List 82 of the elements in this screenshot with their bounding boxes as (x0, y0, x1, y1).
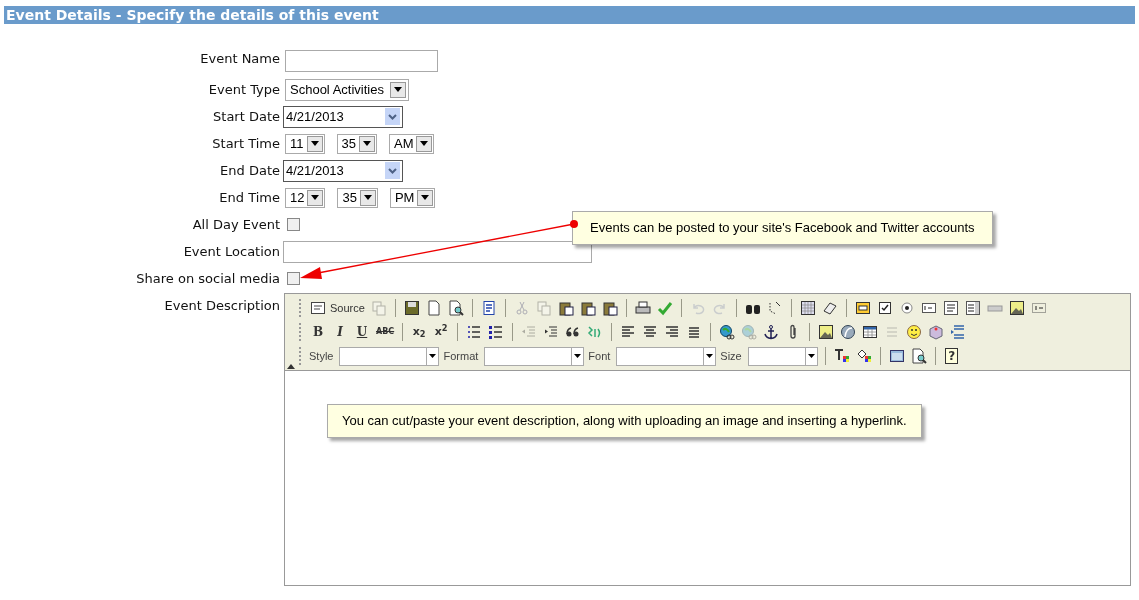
dropdown[interactable]: School Activities (285, 78, 409, 101)
checkbox-icon[interactable] (876, 300, 893, 316)
eraser-icon[interactable] (821, 300, 838, 316)
page-break-icon[interactable] (950, 324, 967, 340)
numbered-list-icon[interactable] (466, 324, 483, 340)
help-button[interactable]: ? (940, 346, 963, 366)
combo-label: Size (720, 348, 742, 364)
magnifier-document-icon[interactable] (910, 348, 927, 364)
combo-label: Font (588, 348, 611, 364)
bulleted-list-icon[interactable] (488, 324, 505, 340)
magnifier-document-icon[interactable] (447, 300, 464, 316)
date-picker[interactable]: 4/21/2013 (283, 159, 403, 182)
text-area-icon[interactable] (942, 300, 959, 316)
caret-icon[interactable] (359, 189, 376, 206)
field-label: Event Location (182, 243, 280, 261)
bold-button[interactable]: B (307, 322, 329, 342)
combo-label: Style (309, 348, 334, 364)
picture-icon[interactable] (818, 324, 835, 340)
window-icon[interactable] (888, 348, 905, 364)
printer-icon[interactable] (634, 300, 651, 316)
dropdown[interactable]: 12 (285, 187, 326, 208)
clipboard-icon[interactable] (557, 300, 574, 316)
source-button[interactable]: Source (307, 298, 368, 318)
field-label: Start Time (211, 135, 280, 153)
grid-icon[interactable] (799, 300, 816, 316)
text-field[interactable] (283, 240, 592, 263)
radio-icon[interactable] (898, 300, 915, 316)
circle-icon[interactable] (840, 324, 857, 340)
dropdown[interactable]: 11 (285, 133, 325, 154)
checkbox[interactable] (287, 272, 300, 285)
dropdown[interactable]: 35 (337, 187, 378, 208)
callout-note: Events can be posted to your site's Facebook and Twitter accounts (572, 211, 993, 245)
dropdown[interactable]: AM (388, 133, 435, 154)
anchor-icon[interactable] (763, 324, 780, 340)
caret-icon[interactable] (358, 135, 375, 152)
document-lines-icon[interactable] (480, 300, 497, 316)
strikethrough-button[interactable]: ABC (373, 322, 398, 342)
align-left-icon[interactable] (620, 324, 637, 340)
field-label: Share on social media (135, 270, 280, 288)
field-label: End Time (218, 189, 280, 207)
picture-icon[interactable] (1008, 300, 1025, 316)
caret-icon[interactable] (307, 189, 324, 206)
dashed-field-icon[interactable] (1030, 300, 1047, 316)
field-label: All Day Event (191, 216, 280, 234)
caret-icon[interactable] (389, 81, 406, 98)
text-field-icon[interactable] (920, 300, 937, 316)
field-label: Event Type (207, 81, 280, 99)
align-center-icon[interactable] (642, 324, 659, 340)
form-icon[interactable] (854, 300, 871, 316)
script-button[interactable]: x$^{2}$ (430, 322, 453, 342)
caret-icon[interactable] (306, 135, 323, 152)
align-right-icon[interactable] (664, 324, 681, 340)
field-label: Start Date (212, 108, 280, 126)
table-icon[interactable] (862, 324, 879, 340)
dropdown[interactable]: PM (389, 187, 436, 208)
section-header: Event Details - Specify the details of this event (6, 8, 379, 22)
globe-chain-icon[interactable] (719, 324, 736, 340)
text-field[interactable] (285, 49, 438, 72)
field-label: Event Description (163, 297, 280, 315)
combo-label: Format (443, 348, 479, 364)
text-color-icon[interactable] (833, 348, 850, 364)
date-picker[interactable]: 4/21/2013 (283, 105, 403, 128)
paint-bucket-icon[interactable] (855, 348, 872, 364)
dropdown[interactable]: 35 (336, 133, 377, 154)
check-mark-icon[interactable] (656, 300, 673, 316)
field-label: End Date (219, 162, 280, 180)
caret-icon[interactable] (417, 189, 434, 206)
field-label: Event Name (199, 50, 280, 68)
callout-note: You can cut/paste your event description, along with uploading an image and inserting a hyperlink. (327, 404, 922, 438)
document-icon[interactable] (425, 300, 442, 316)
cube-icon[interactable] (928, 324, 945, 340)
underline-button[interactable]: U (351, 322, 373, 342)
source-icon[interactable] (310, 300, 326, 316)
italic-button[interactable]: I (329, 322, 351, 342)
indent-icon[interactable] (543, 324, 560, 340)
smiley-icon[interactable] (906, 324, 923, 340)
clipboard-icon[interactable] (579, 300, 596, 316)
clipboard-icon[interactable] (601, 300, 618, 316)
checkbox[interactable] (287, 218, 300, 231)
list-box-icon[interactable] (964, 300, 981, 316)
script-button[interactable]: x$_{2}$ (408, 322, 431, 342)
caret-icon[interactable] (416, 135, 433, 152)
